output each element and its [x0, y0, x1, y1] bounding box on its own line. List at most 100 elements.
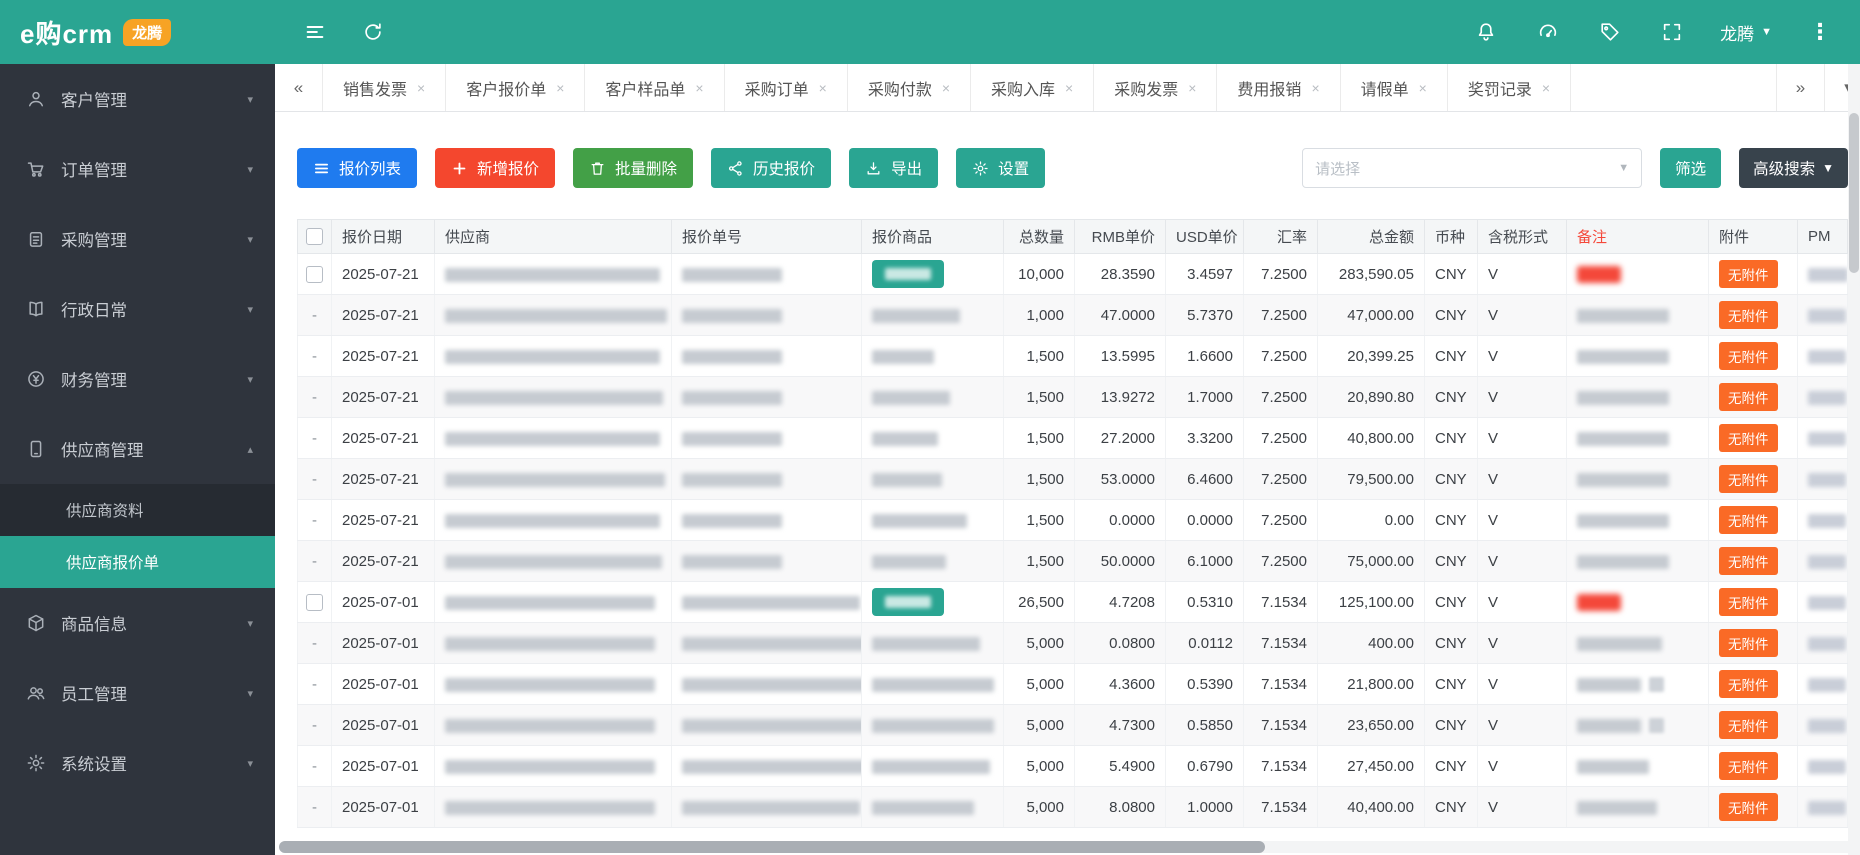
sidebar-item[interactable]: 行政日常▾	[0, 274, 275, 344]
sidebar-item[interactable]: 采购管理▾	[0, 204, 275, 274]
tab-close-icon[interactable]: ×	[819, 80, 827, 96]
sidebar-subitem[interactable]: 供应商报价单	[0, 536, 275, 588]
attachment-badge[interactable]: 无附件	[1719, 547, 1778, 575]
note-cell	[1567, 377, 1709, 418]
toolbar-button[interactable]: 历史报价	[711, 148, 831, 188]
sidebar-item[interactable]: 供应商管理▴	[0, 414, 275, 484]
tax-form-cell: V	[1478, 664, 1567, 705]
tabs-scroll-left-icon[interactable]: «	[275, 64, 323, 111]
supplier-cell	[435, 623, 672, 664]
tab-close-icon[interactable]: ×	[556, 80, 564, 96]
refresh-icon[interactable]	[359, 18, 387, 46]
tab[interactable]: 请假单 ×	[1341, 64, 1448, 111]
redacted-text	[1808, 268, 1848, 282]
tab[interactable]: 客户报价单×	[446, 64, 585, 111]
finance-icon	[26, 369, 46, 389]
chevron-down-icon: ▾	[247, 303, 253, 316]
column-header: 报价单号	[672, 220, 862, 254]
tab-close-icon[interactable]: ×	[417, 80, 425, 96]
dashboard-gauge-icon[interactable]	[1534, 18, 1562, 46]
attachment-badge[interactable]: 无附件	[1719, 424, 1778, 452]
table-row: -2025-07-015,0005.49000.67907.153427,450…	[298, 746, 1848, 787]
tab-close-icon[interactable]: ×	[695, 80, 703, 96]
tab-close-icon[interactable]: ×	[1188, 80, 1196, 96]
note-cell	[1567, 541, 1709, 582]
tab[interactable]: 销售发票×	[323, 64, 446, 111]
tag-icon[interactable]	[1596, 18, 1624, 46]
column-header: PM	[1798, 220, 1848, 254]
attachment-badge[interactable]: 无附件	[1719, 588, 1778, 616]
tab[interactable]: 客户样品单×	[585, 64, 724, 111]
tax-form-cell: V	[1478, 295, 1567, 336]
redacted-text	[1808, 391, 1846, 405]
chevron-down-icon: ▼	[1618, 162, 1629, 174]
tab-close-icon[interactable]: ×	[1419, 80, 1427, 96]
tab-close-icon[interactable]: ×	[942, 80, 950, 96]
tab-label: 请假单	[1361, 76, 1409, 100]
tab[interactable]: 采购入库×	[971, 64, 1094, 111]
sidebar-item[interactable]: 财务管理▾	[0, 344, 275, 414]
row-checkbox[interactable]	[306, 594, 323, 611]
column-header: RMB单价	[1075, 220, 1166, 254]
redacted-text	[445, 268, 660, 282]
user-menu[interactable]: 龙腾 ▼	[1720, 20, 1772, 45]
redacted-text	[1808, 637, 1846, 651]
select-all-checkbox[interactable]	[306, 228, 323, 245]
tab[interactable]: 采购发票×	[1094, 64, 1217, 111]
toolbar-button[interactable]: 设置	[956, 148, 1045, 188]
tabs-scroll-right-icon[interactable]: »	[1776, 64, 1824, 111]
toolbar-button[interactable]: 批量删除	[573, 148, 693, 188]
sidebar-toggle-icon[interactable]	[301, 18, 329, 46]
toolbar-button[interactable]: 导出	[849, 148, 938, 188]
fullscreen-icon[interactable]	[1658, 18, 1686, 46]
attachment-badge[interactable]: 无附件	[1719, 465, 1778, 493]
attachment-badge[interactable]: 无附件	[1719, 260, 1778, 288]
logo[interactable]: e购crm 龙腾	[0, 0, 275, 64]
tab-close-icon[interactable]: ×	[1311, 80, 1319, 96]
tab[interactable]: 费用报销×	[1217, 64, 1340, 111]
rmb-price-cell: 53.0000	[1075, 459, 1166, 500]
exchange-rate-cell: 7.1534	[1244, 623, 1318, 664]
toolbar-button[interactable]: 报价列表	[297, 148, 417, 188]
row-select-cell: -	[298, 500, 332, 541]
attachment-badge[interactable]: 无附件	[1719, 383, 1778, 411]
attachment-badge[interactable]: 无附件	[1719, 670, 1778, 698]
filter-select[interactable]: 请选择 ▼	[1302, 148, 1642, 188]
sidebar-item[interactable]: 系统设置▾	[0, 728, 275, 798]
sidebar-item[interactable]: 员工管理▾	[0, 658, 275, 728]
exchange-rate-cell: 7.2500	[1244, 336, 1318, 377]
more-menu-icon[interactable]: ⋮	[1806, 18, 1834, 46]
vertical-scrollbar-thumb[interactable]	[1849, 113, 1859, 273]
tab[interactable]: 采购订单×	[725, 64, 848, 111]
row-checkbox[interactable]	[306, 266, 323, 283]
attachment-badge[interactable]: 无附件	[1719, 506, 1778, 534]
tab-close-icon[interactable]: ×	[1065, 80, 1073, 96]
sidebar-item[interactable]: 商品信息▾	[0, 588, 275, 658]
sidebar-item[interactable]: 订单管理▾	[0, 134, 275, 204]
sidebar-item[interactable]: 客户管理▾	[0, 64, 275, 134]
attachment-badge[interactable]: 无附件	[1719, 793, 1778, 821]
sidebar-item-label: 财务管理	[61, 367, 127, 391]
attachment-badge[interactable]: 无附件	[1719, 711, 1778, 739]
filter-button[interactable]: 筛选	[1660, 148, 1721, 188]
sidebar-item-label: 商品信息	[61, 611, 127, 635]
advanced-search-button[interactable]: 高级搜索 ▼	[1739, 148, 1848, 188]
toolbar-button[interactable]: 新增报价	[435, 148, 555, 188]
attachment-badge[interactable]: 无附件	[1719, 342, 1778, 370]
tab[interactable]: 采购付款×	[848, 64, 971, 111]
tab[interactable]: 奖罚记录×	[1448, 64, 1571, 111]
currency-cell: CNY	[1425, 582, 1478, 623]
currency-cell: CNY	[1425, 746, 1478, 787]
horizontal-scrollbar-thumb[interactable]	[279, 841, 1265, 853]
attachment-badge[interactable]: 无附件	[1719, 629, 1778, 657]
attachment-badge[interactable]: 无附件	[1719, 752, 1778, 780]
sidebar-subitem[interactable]: 供应商资料	[0, 484, 275, 536]
horizontal-scrollbar[interactable]	[279, 841, 1860, 853]
tab-close-icon[interactable]: ×	[1542, 80, 1550, 96]
action-row: 报价列表新增报价批量删除历史报价导出设置 请选择 ▼ 筛选 高级搜索 ▼	[297, 148, 1848, 188]
notifications-bell-icon[interactable]	[1472, 18, 1500, 46]
vertical-scrollbar[interactable]	[1848, 64, 1860, 855]
total-amount-cell: 125,100.00	[1318, 582, 1425, 623]
attachment-badge[interactable]: 无附件	[1719, 301, 1778, 329]
redacted-text	[1577, 391, 1669, 405]
